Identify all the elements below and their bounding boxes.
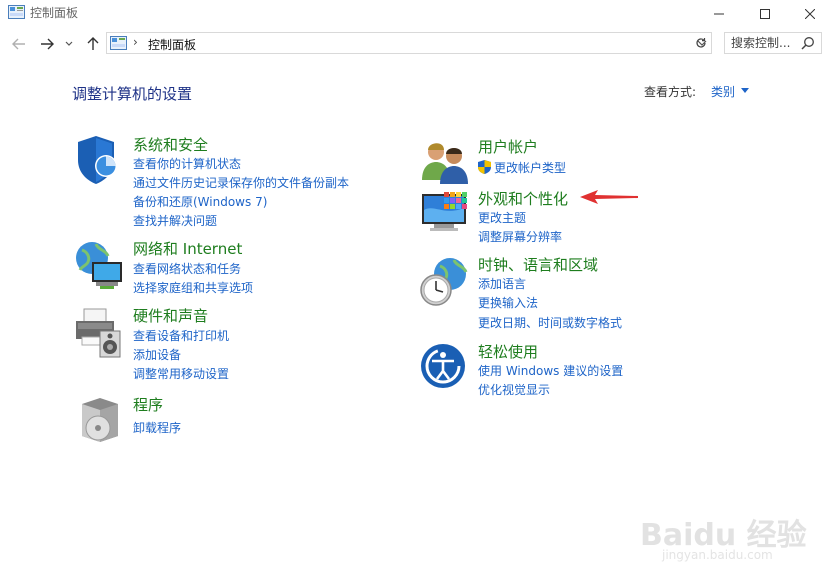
link-file-history[interactable]: 通过文件历史记录保存你的文件备份副本 <box>133 174 349 191</box>
category-title[interactable]: 程序 <box>133 394 163 415</box>
search-input[interactable] <box>731 36 791 50</box>
arrow-up-icon <box>87 37 99 50</box>
category-title[interactable]: 时钟、语言和区域 <box>478 254 598 275</box>
link-optimize-visual-display[interactable]: 优化视觉显示 <box>478 381 550 398</box>
up-button[interactable] <box>82 34 104 54</box>
link-add-language[interactable]: 添加语言 <box>478 275 526 292</box>
category-ease-of-access: 轻松使用 使用 Windows 建议的设置 优化视觉显示 <box>420 341 720 401</box>
page-title: 调整计算机的设置 <box>72 85 193 103</box>
search-box[interactable] <box>724 32 822 54</box>
arrow-left-icon <box>12 38 25 50</box>
category-title[interactable]: 用户帐户 <box>478 136 538 157</box>
minimize-button[interactable] <box>696 0 742 27</box>
minimize-icon <box>714 13 724 14</box>
category-title[interactable]: 网络和 Internet <box>133 238 242 259</box>
category-network-internet: 网络和 Internet 查看网络状态和任务 选择家庭组和共享选项 <box>74 238 374 298</box>
link-change-input-method[interactable]: 更换输入法 <box>478 294 538 311</box>
address-bar[interactable]: › 控制面板 <box>106 32 712 54</box>
uac-shield-icon <box>478 160 491 174</box>
link-network-status[interactable]: 查看网络状态和任务 <box>133 260 241 277</box>
view-by: 查看方式: 类别 <box>644 83 749 100</box>
clock-globe-icon <box>420 258 468 306</box>
close-icon <box>805 8 815 19</box>
network-icon <box>76 242 122 289</box>
users-icon <box>422 143 468 184</box>
maximize-icon <box>760 8 770 19</box>
annotation-arrow-icon <box>580 190 638 204</box>
link-view-computer-status[interactable]: 查看你的计算机状态 <box>133 155 241 172</box>
link-screen-resolution[interactable]: 调整屏幕分辨率 <box>478 228 562 245</box>
search-icon[interactable] <box>801 36 815 50</box>
link-uninstall-program[interactable]: 卸载程序 <box>133 419 181 436</box>
link-homegroup[interactable]: 选择家庭组和共享选项 <box>133 279 253 296</box>
navigation-bar: › 控制面板 <box>0 28 833 60</box>
link-change-theme[interactable]: 更改主题 <box>478 209 526 226</box>
category-title[interactable]: 外观和个性化 <box>478 188 568 209</box>
link-add-device[interactable]: 添加设备 <box>133 346 181 363</box>
category-system-security: 系统和安全 查看你的计算机状态 通过文件历史记录保存你的文件备份副本 备份和还原… <box>74 134 374 229</box>
category-hardware-sound: 硬件和声音 查看设备和打印机 添加设备 调整常用移动设置 <box>74 305 374 385</box>
refresh-button[interactable] <box>690 32 712 54</box>
monitor-icon <box>422 192 467 231</box>
watermark-url: jingyan.baidu.com <box>662 548 773 562</box>
forward-button[interactable] <box>36 34 58 54</box>
category-programs: 程序 卸载程序 <box>74 394 374 444</box>
link-mobility-settings[interactable]: 调整常用移动设置 <box>133 365 229 382</box>
printer-icon <box>76 308 121 358</box>
maximize-button[interactable] <box>742 0 788 27</box>
programs-icon <box>82 398 118 442</box>
link-troubleshoot[interactable]: 查找并解决问题 <box>133 212 217 229</box>
link-date-time-format[interactable]: 更改日期、时间或数字格式 <box>478 314 622 331</box>
title-bar: 控制面板 <box>0 0 833 27</box>
shield-icon <box>78 136 117 184</box>
category-title[interactable]: 硬件和声音 <box>133 305 208 326</box>
arrow-right-icon <box>41 38 54 50</box>
link-change-account-type[interactable]: 更改帐户类型 <box>478 159 566 176</box>
category-title[interactable]: 系统和安全 <box>133 134 208 155</box>
view-by-dropdown[interactable]: 类别 <box>711 83 735 100</box>
breadcrumb[interactable]: 控制面板 <box>148 36 196 53</box>
category-clock-language-region: 时钟、语言和区域 添加语言 更换输入法 更改日期、时间或数字格式 <box>420 254 720 334</box>
link-devices-printers[interactable]: 查看设备和打印机 <box>133 327 229 344</box>
ease-of-access-icon <box>421 344 465 388</box>
breadcrumb-separator-icon: › <box>133 35 138 49</box>
category-appearance-personalization: 外观和个性化 更改主题 调整屏幕分辨率 <box>420 188 720 248</box>
category-user-accounts: 用户帐户 更改帐户类型 <box>420 136 720 184</box>
recent-locations-button[interactable] <box>62 34 76 54</box>
link-recommended-settings[interactable]: 使用 Windows 建议的设置 <box>478 362 623 379</box>
link-backup-restore[interactable]: 备份和还原(Windows 7) <box>133 193 267 210</box>
control-panel-icon <box>8 5 25 19</box>
view-by-label: 查看方式: <box>644 85 697 99</box>
window-title: 控制面板 <box>30 6 79 20</box>
close-button[interactable] <box>787 0 833 27</box>
chevron-down-icon <box>65 41 73 46</box>
category-title[interactable]: 轻松使用 <box>478 341 538 362</box>
caret-down-icon[interactable] <box>741 88 749 93</box>
link-label[interactable]: 更改帐户类型 <box>494 161 566 175</box>
back-button[interactable] <box>8 34 30 54</box>
refresh-icon <box>695 38 706 48</box>
control-panel-icon <box>110 36 127 50</box>
